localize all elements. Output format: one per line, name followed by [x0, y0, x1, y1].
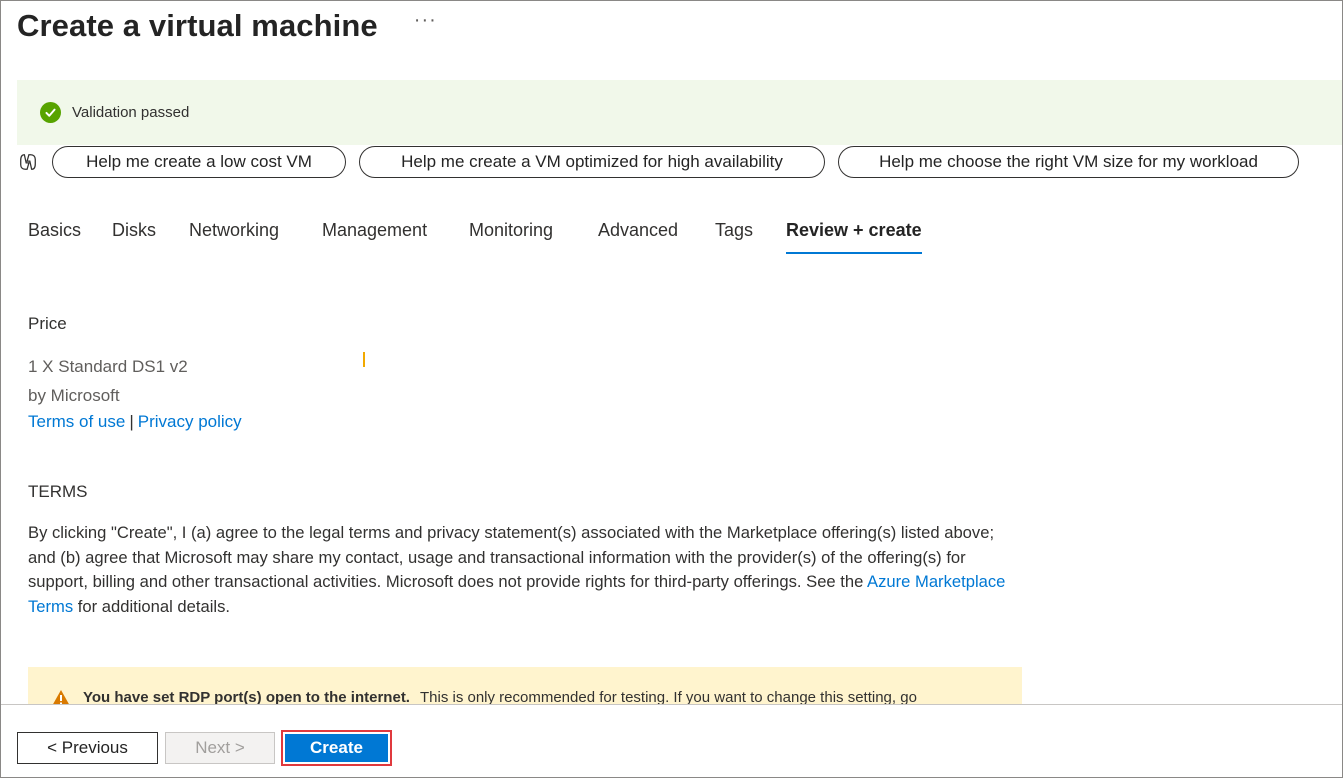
- suggestion-high-availability-button[interactable]: Help me create a VM optimized for high a…: [359, 146, 825, 178]
- next-button[interactable]: Next >: [165, 732, 275, 764]
- validation-status-text: Validation passed: [72, 104, 190, 121]
- price-publisher: by Microsoft: [28, 386, 120, 405]
- warning-text: This is only recommended for testing. If…: [419, 689, 917, 704]
- tab-advanced[interactable]: Advanced: [598, 212, 678, 252]
- suggestion-low-cost-vm-button[interactable]: Help me create a low cost VM: [52, 146, 346, 178]
- copilot-row: [17, 146, 39, 178]
- text-cursor-marker: [363, 352, 365, 367]
- terms-text-after: for additional details.: [73, 596, 230, 616]
- wizard-footer: < Previous Next > Create: [1, 704, 1342, 777]
- title-row: Create a virtual machine ···: [17, 4, 437, 48]
- terms-heading-container: TERMS: [28, 482, 88, 502]
- price-links: Terms of use | Privacy policy: [28, 412, 242, 432]
- terms-text-before: By clicking "Create", I (a) agree to the…: [28, 523, 995, 591]
- tab-basics[interactable]: Basics: [28, 212, 81, 252]
- page-title: Create a virtual machine: [17, 8, 378, 43]
- price-publisher-container: by Microsoft: [28, 386, 120, 406]
- create-button-highlight: Create: [281, 730, 392, 766]
- terms-of-use-link[interactable]: Terms of use: [28, 412, 125, 431]
- terms-heading: TERMS: [28, 482, 88, 501]
- more-options-button[interactable]: ···: [414, 9, 437, 32]
- warning-icon: [51, 689, 71, 704]
- privacy-policy-link[interactable]: Privacy policy: [138, 412, 242, 431]
- price-heading: Price: [28, 314, 67, 333]
- price-heading-container: Price: [28, 314, 67, 334]
- tab-management[interactable]: Management: [322, 212, 427, 252]
- price-product: 1 X Standard DS1 v2: [28, 357, 188, 376]
- warning-content: You have set RDP port(s) open to the int…: [51, 689, 917, 704]
- previous-button[interactable]: < Previous: [17, 732, 158, 764]
- tab-monitoring[interactable]: Monitoring: [469, 212, 553, 252]
- tab-review-create[interactable]: Review + create: [786, 212, 922, 254]
- copilot-icon: [17, 151, 39, 173]
- checkmark-icon: [40, 102, 61, 123]
- create-button[interactable]: Create: [285, 734, 388, 762]
- rdp-warning-banner: You have set RDP port(s) open to the int…: [28, 667, 1022, 704]
- tab-disks[interactable]: Disks: [112, 212, 156, 252]
- validation-banner: Validation passed: [17, 80, 1342, 145]
- tab-networking[interactable]: Networking: [189, 212, 279, 252]
- price-product-container: 1 X Standard DS1 v2: [28, 357, 188, 377]
- suggestion-vm-size-button[interactable]: Help me choose the right VM size for my …: [838, 146, 1299, 178]
- link-separator: |: [129, 412, 134, 431]
- warning-bold-text: You have set RDP port(s) open to the int…: [83, 689, 410, 704]
- tab-tags[interactable]: Tags: [715, 212, 753, 252]
- terms-paragraph: By clicking "Create", I (a) agree to the…: [28, 521, 1018, 619]
